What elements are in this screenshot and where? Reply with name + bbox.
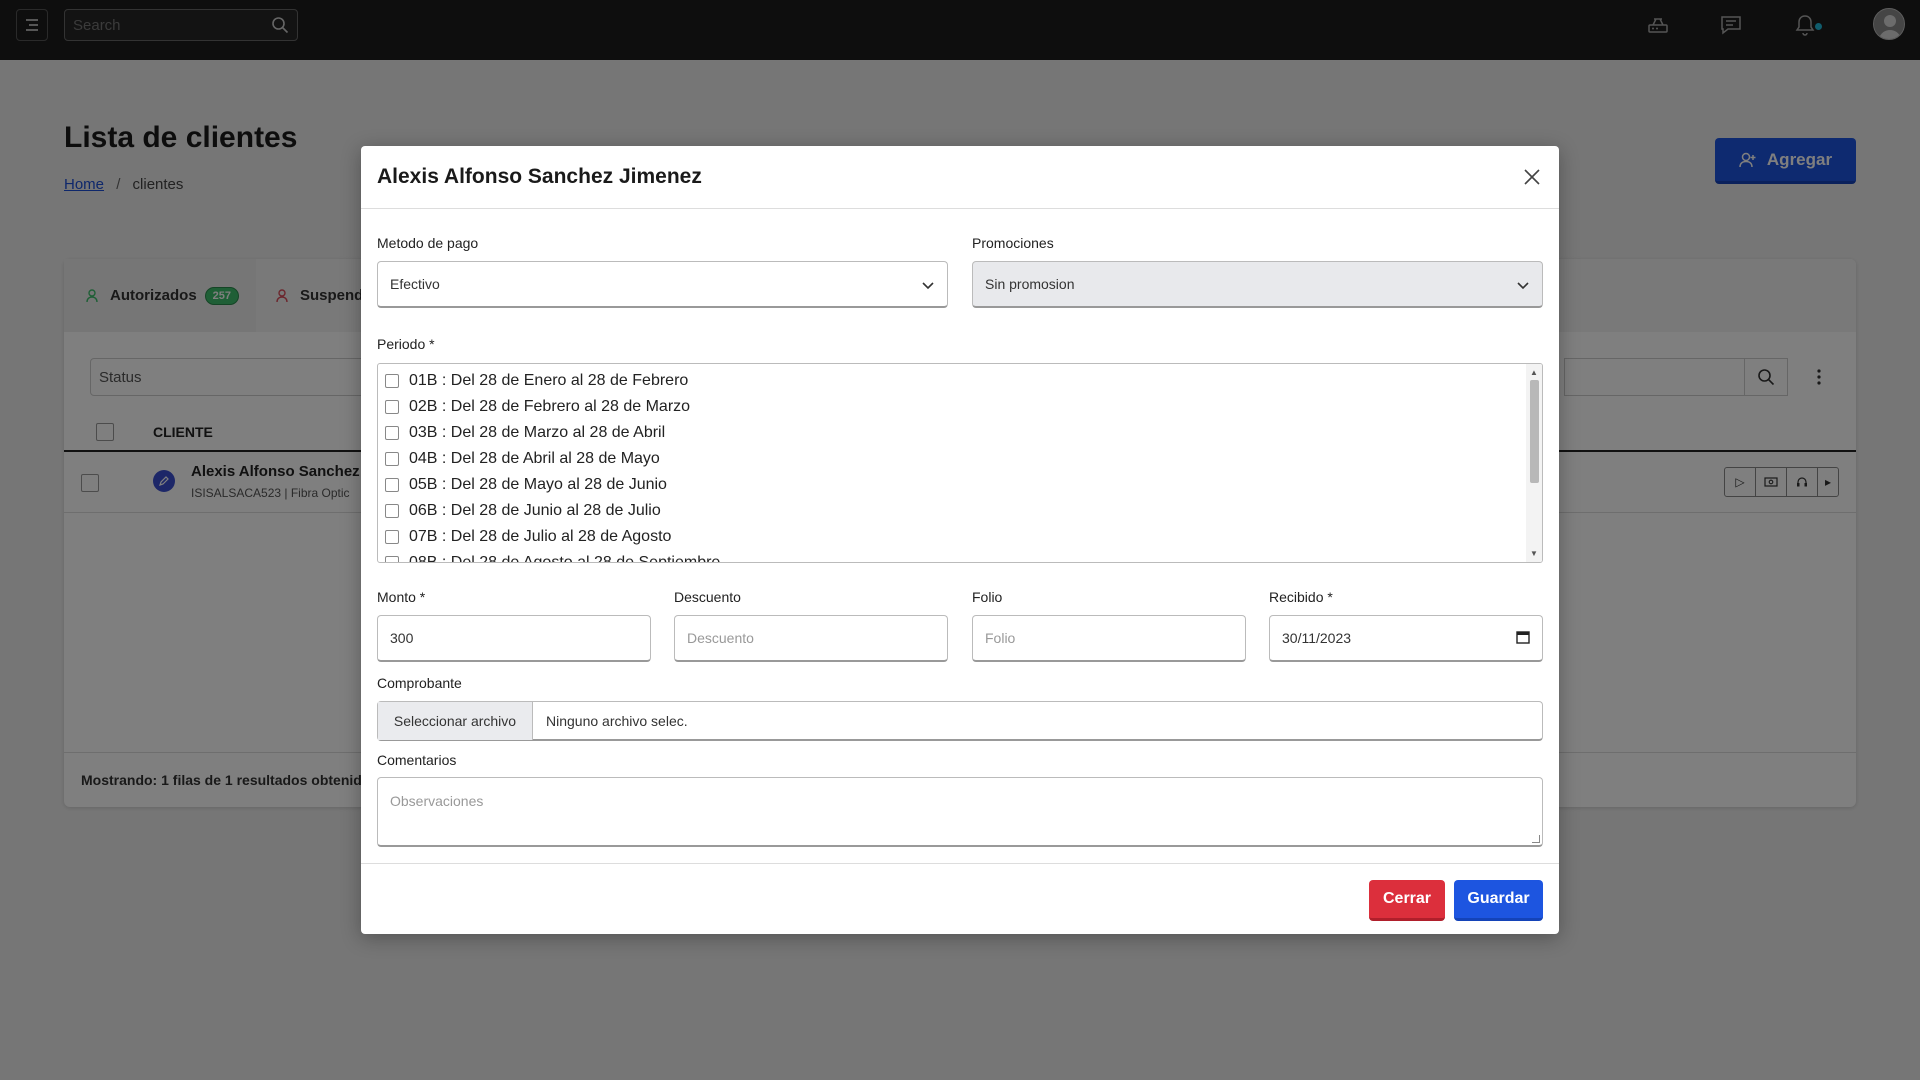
period-option[interactable]: 03B : Del 28 de Marzo al 28 de Abril — [385, 422, 665, 444]
modal-header: Alexis Alfonso Sanchez Jimenez — [361, 146, 1559, 209]
period-label: 04B : Del 28 de Abril al 28 de Mayo — [409, 450, 660, 467]
comprobante-label: Comprobante — [377, 675, 462, 691]
file-status: Ninguno archivo selec. — [546, 713, 688, 729]
scroll-down-icon[interactable]: ▼ — [1530, 549, 1538, 558]
period-option[interactable]: 02B : Del 28 de Febrero al 28 de Marzo — [385, 396, 690, 418]
modal-footer-divider — [361, 863, 1559, 864]
scroll-up-icon[interactable]: ▲ — [1530, 368, 1538, 377]
monto-input[interactable]: 300 — [377, 615, 651, 662]
period-checkbox[interactable] — [385, 426, 399, 440]
period-checkbox[interactable] — [385, 530, 399, 544]
comprobante-file-input[interactable]: Seleccionar archivo Ninguno archivo sele… — [377, 701, 1543, 741]
period-checkbox[interactable] — [385, 452, 399, 466]
period-label: 08B : Del 28 de Agosto al 28 de Septiemb… — [409, 554, 721, 563]
folio-label: Folio — [972, 589, 1003, 605]
cerrar-button[interactable]: Cerrar — [1369, 880, 1445, 921]
period-label: 07B : Del 28 de Julio al 28 de Agosto — [409, 528, 672, 545]
scroll-thumb[interactable] — [1530, 380, 1539, 483]
descuento-label: Descuento — [674, 589, 741, 605]
promociones-label: Promociones — [972, 235, 1054, 251]
periodo-list[interactable]: 01B : Del 28 de Enero al 28 de Febrero 0… — [377, 363, 1543, 563]
period-label: 01B : Del 28 de Enero al 28 de Febrero — [409, 372, 689, 389]
period-option[interactable]: 01B : Del 28 de Enero al 28 de Febrero — [385, 370, 688, 392]
chevron-down-icon — [1517, 282, 1529, 290]
calendar-icon[interactable] — [1516, 630, 1530, 644]
metodo-select[interactable]: Efectivo — [377, 261, 948, 308]
periodo-label: Periodo * — [377, 336, 435, 352]
recibido-label: Recibido * — [1269, 589, 1333, 605]
period-label: 05B : Del 28 de Mayo al 28 de Junio — [409, 476, 667, 493]
modal-title: Alexis Alfonso Sanchez Jimenez — [377, 165, 702, 188]
period-option[interactable]: 06B : Del 28 de Junio al 28 de Julio — [385, 500, 661, 522]
metodo-label: Metodo de pago — [377, 235, 479, 251]
guardar-button[interactable]: Guardar — [1454, 880, 1543, 921]
period-label: 03B : Del 28 de Marzo al 28 de Abril — [409, 424, 666, 441]
payment-modal: Alexis Alfonso Sanchez Jimenez Metodo de… — [361, 146, 1559, 934]
period-checkbox[interactable] — [385, 478, 399, 492]
recibido-value: 30/11/2023 — [1282, 630, 1352, 646]
recibido-date-input[interactable]: 30/11/2023 — [1269, 615, 1543, 662]
period-checkbox[interactable] — [385, 556, 399, 562]
period-label: 02B : Del 28 de Febrero al 28 de Marzo — [409, 398, 691, 415]
period-scrollbar[interactable]: ▲ ▼ — [1526, 364, 1542, 562]
comentarios-placeholder: Observaciones — [390, 793, 484, 809]
close-icon[interactable] — [1521, 166, 1543, 188]
period-checkbox[interactable] — [385, 400, 399, 414]
period-option[interactable]: 08B : Del 28 de Agosto al 28 de Septiemb… — [385, 552, 721, 563]
monto-label: Monto * — [377, 589, 426, 605]
chevron-down-icon — [922, 282, 934, 290]
promociones-select[interactable]: Sin promosion — [972, 261, 1543, 308]
resize-handle-icon[interactable] — [1532, 835, 1540, 843]
folio-input[interactable]: Folio — [972, 615, 1246, 662]
period-label: 06B : Del 28 de Junio al 28 de Julio — [409, 502, 661, 519]
select-file-button[interactable]: Seleccionar archivo — [378, 702, 533, 740]
comentarios-textarea[interactable]: Observaciones — [377, 777, 1543, 847]
period-checkbox[interactable] — [385, 374, 399, 388]
period-checkbox[interactable] — [385, 504, 399, 518]
period-option[interactable]: 04B : Del 28 de Abril al 28 de Mayo — [385, 448, 660, 470]
period-option[interactable]: 07B : Del 28 de Julio al 28 de Agosto — [385, 526, 671, 548]
period-option[interactable]: 05B : Del 28 de Mayo al 28 de Junio — [385, 474, 667, 496]
descuento-input[interactable]: Descuento — [674, 615, 948, 662]
promociones-value: Sin promosion — [985, 276, 1075, 292]
metodo-value: Efectivo — [390, 276, 440, 292]
comentarios-label: Comentarios — [377, 752, 457, 768]
